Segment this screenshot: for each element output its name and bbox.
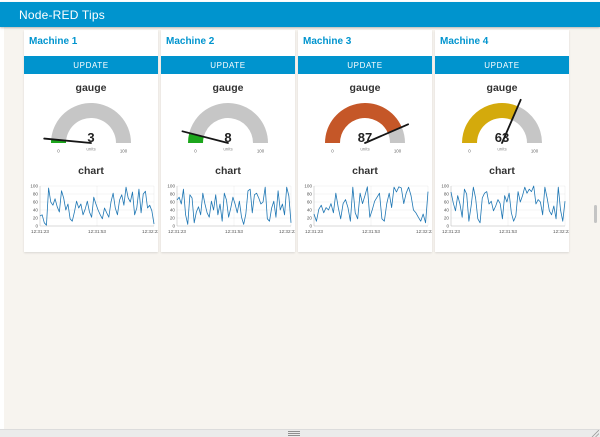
chart-title: chart [298, 165, 432, 178]
app-title: Node-RED Tips [19, 8, 105, 22]
svg-text:20: 20 [307, 216, 313, 221]
svg-text:100: 100 [531, 149, 539, 154]
svg-text:12:31:23: 12:31:23 [31, 229, 49, 234]
bottom-status-strip [0, 429, 600, 437]
svg-text:40: 40 [444, 208, 450, 213]
svg-text:units: units [86, 147, 96, 152]
svg-text:20: 20 [33, 216, 39, 221]
svg-text:100: 100 [441, 184, 449, 189]
svg-text:100: 100 [120, 149, 128, 154]
svg-text:0: 0 [309, 224, 312, 229]
svg-text:60: 60 [33, 200, 39, 205]
chart-widget: 0 20 40 60 80 100 12:31:23 12:31:53 12:32:23 [435, 178, 569, 238]
svg-text:80: 80 [33, 192, 39, 197]
svg-text:units: units [360, 147, 370, 152]
svg-text:12:32:23: 12:32:23 [416, 229, 432, 234]
svg-text:100: 100 [167, 184, 175, 189]
svg-text:12:31:53: 12:31:53 [362, 229, 380, 234]
svg-text:0: 0 [172, 224, 175, 229]
svg-text:63: 63 [495, 130, 509, 145]
gauge-title: gauge [298, 82, 432, 95]
svg-text:87: 87 [358, 130, 372, 145]
dashboard-background: Machine 1 UPDATE gauge 3units0100 chart … [4, 27, 600, 430]
drag-handle-icon[interactable] [288, 431, 300, 436]
gauge-widget: 3 units 0 100 [24, 97, 158, 159]
machine-title: Machine 1 [24, 36, 158, 48]
svg-text:units: units [497, 147, 507, 152]
svg-text:12:31:53: 12:31:53 [88, 229, 106, 234]
machine-panels-row: Machine 1 UPDATE gauge 3units0100 chart … [24, 30, 569, 252]
svg-text:80: 80 [307, 192, 313, 197]
svg-text:40: 40 [33, 208, 39, 213]
vertical-scrollbar-thumb[interactable] [594, 205, 597, 223]
svg-text:100: 100 [304, 184, 312, 189]
gauge-title: gauge [24, 82, 158, 95]
gauge-widget: 87 units 0 100 [298, 97, 432, 159]
svg-text:12:31:53: 12:31:53 [499, 229, 517, 234]
svg-text:12:31:23: 12:31:23 [442, 229, 460, 234]
svg-text:60: 60 [444, 200, 450, 205]
machine-title: Machine 2 [161, 36, 295, 48]
svg-text:20: 20 [170, 216, 176, 221]
svg-text:8: 8 [224, 130, 231, 145]
machine-panel-2: Machine 2 UPDATE gauge 8units0100 chart … [161, 30, 295, 252]
svg-text:40: 40 [170, 208, 176, 213]
gauge-widget: 63 units 0 100 [435, 97, 569, 159]
svg-text:20: 20 [444, 216, 450, 221]
svg-text:0: 0 [35, 224, 38, 229]
app-header: Node-RED Tips [0, 2, 600, 27]
svg-text:0: 0 [331, 149, 334, 154]
svg-text:12:31:23: 12:31:23 [305, 229, 323, 234]
svg-text:0: 0 [468, 149, 471, 154]
svg-text:3: 3 [87, 130, 94, 145]
svg-text:80: 80 [444, 192, 450, 197]
machine-panel-1: Machine 1 UPDATE gauge 3units0100 chart … [24, 30, 158, 252]
svg-text:12:32:23: 12:32:23 [553, 229, 569, 234]
machine-title: Machine 3 [298, 36, 432, 48]
svg-text:0: 0 [446, 224, 449, 229]
update-button[interactable]: UPDATE [435, 56, 569, 74]
svg-text:60: 60 [170, 200, 176, 205]
chart-widget: 0 20 40 60 80 100 12:31:23 12:31:53 12:32:23 [161, 178, 295, 238]
machine-panel-3: Machine 3 UPDATE gauge 87 units 0 100 chart… [298, 30, 432, 252]
svg-text:12:32:23: 12:32:23 [279, 229, 295, 234]
svg-text:12:31:53: 12:31:53 [225, 229, 243, 234]
svg-text:80: 80 [170, 192, 176, 197]
svg-text:0: 0 [194, 149, 197, 154]
gauge-title: gauge [435, 82, 569, 95]
chart-title: chart [161, 165, 295, 178]
svg-text:100: 100 [394, 149, 402, 154]
svg-text:units: units [223, 147, 233, 152]
svg-text:40: 40 [307, 208, 313, 213]
svg-text:12:31:23: 12:31:23 [168, 229, 186, 234]
chart-widget: 0 20 40 60 80 100 12:31:23 12:31:53 12:32:23 [24, 178, 158, 238]
update-button[interactable]: UPDATE [24, 56, 158, 74]
svg-text:12:32:23: 12:32:23 [142, 229, 158, 234]
machine-title: Machine 4 [435, 36, 569, 48]
gauge-title: gauge [161, 82, 295, 95]
svg-text:100: 100 [30, 184, 38, 189]
svg-text:60: 60 [307, 200, 313, 205]
resize-corner-icon[interactable] [591, 430, 599, 437]
chart-widget: 0 20 40 60 80 100 12:31:23 12:31:53 12:32:23 [298, 178, 432, 238]
chart-title: chart [435, 165, 569, 178]
machine-panel-4: Machine 4 UPDATE gauge 63 units 0 100 chart… [435, 30, 569, 252]
svg-text:100: 100 [257, 149, 265, 154]
update-button[interactable]: UPDATE [161, 56, 295, 74]
chart-title: chart [24, 165, 158, 178]
update-button[interactable]: UPDATE [298, 56, 432, 74]
gauge-widget: 8 units 0 100 [161, 97, 295, 159]
svg-text:0: 0 [57, 149, 60, 154]
